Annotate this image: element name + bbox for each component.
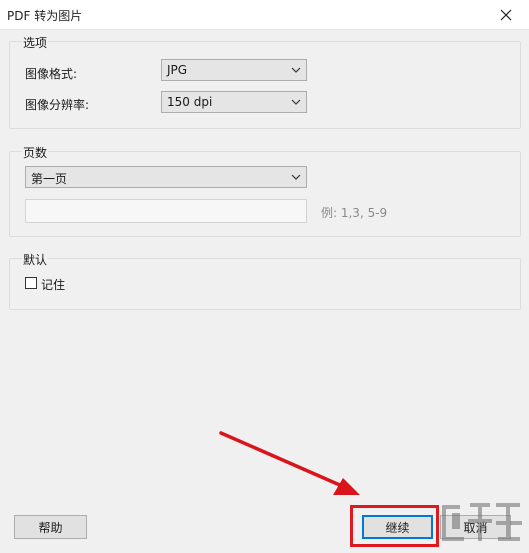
arrow-annotation bbox=[219, 431, 360, 495]
watermark-logo bbox=[442, 503, 522, 541]
